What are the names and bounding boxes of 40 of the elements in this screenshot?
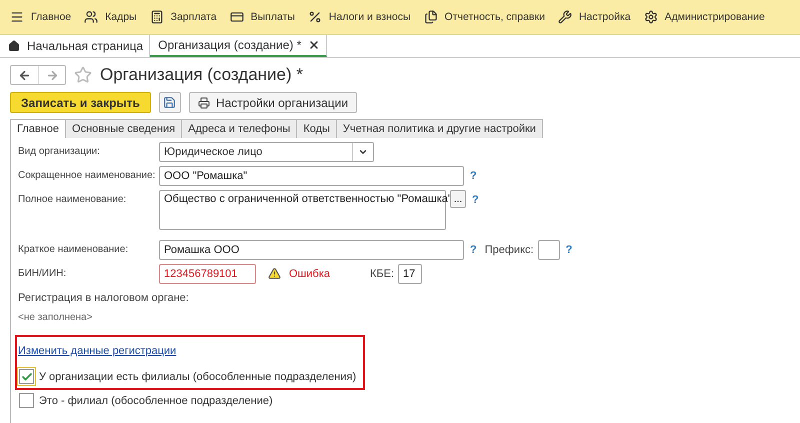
input-field[interactable]: ООО "Ромашка" [159,166,464,186]
window-tab[interactable]: Организация (создание) * [150,35,328,57]
menu-item[interactable]: Главное [10,10,72,24]
field-label: Префикс: [484,243,534,258]
menu-item[interactable]: Зарплата [150,10,217,24]
menu-item[interactable]: Выплаты [230,10,295,24]
checkbox-label: Это - филиал (обособленное подразделение) [39,394,273,406]
menu-item[interactable]: Настройка [558,10,631,24]
empty-value: <не заполнена> [18,312,94,323]
change-registration-link[interactable]: Изменить данные регистрации [18,345,176,357]
menu-item[interactable]: Налоги и взносы [308,10,411,24]
form-tab[interactable]: Главное [10,119,66,138]
menu-item[interactable]: Отчетность, справки [424,10,545,24]
field-label: КБЕ: [370,267,394,282]
field-label: Регистрация в налоговом органе: [18,291,190,306]
checkbox-label: У организации есть филиалы (обособленные подразделения) [39,370,356,382]
field-label: Полное наименование: [18,193,128,207]
type-select[interactable]: Юридическое лицо [159,142,374,162]
form-tab[interactable]: Учетная политика и другие настройки [336,119,543,138]
input-field[interactable]: 123456789101 [159,264,256,284]
save-and-close-button[interactable]: Записать и закрыть [10,92,151,113]
menu-item[interactable]: Кадры [84,10,137,24]
help-mark[interactable]: ? [470,166,477,186]
form-tab[interactable]: Коды [297,119,337,138]
error-text: Ошибка [289,267,330,282]
expand-button[interactable]: ... [450,190,466,208]
input-field[interactable]: Ромашка ООО [159,240,464,260]
settings-button[interactable]: Настройки организации [188,92,358,113]
form-tab[interactable]: Основные сведения [66,119,182,138]
menu-item[interactable]: Администрирование [644,10,765,24]
field-label: Сокращенное наименование: [18,169,155,183]
help-mark[interactable]: ? [566,240,572,260]
field-label: Краткое наименование: [18,243,130,257]
form-tab[interactable]: Адреса и телефоны [182,119,298,138]
field-label: БИН/ИИН: [18,267,68,281]
help-mark[interactable]: ? [470,240,477,260]
input-field[interactable]: 17 [398,264,422,284]
field-label: Вид организации: [18,145,101,159]
form-title: Организация (создание) * [100,65,304,85]
help-mark[interactable]: ? [472,190,479,210]
